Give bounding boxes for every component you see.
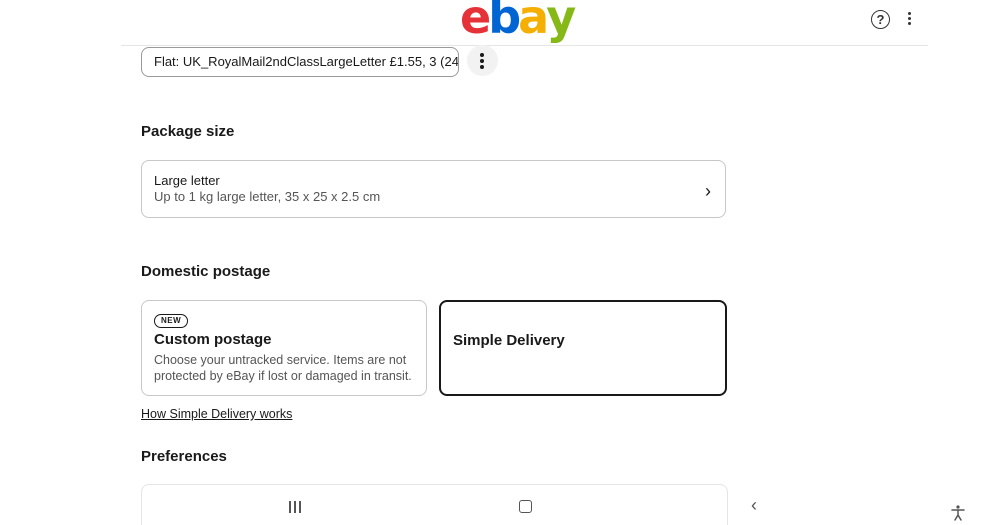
accessibility-icon[interactable] [951,505,965,521]
app-header: ebay ? [121,0,928,46]
logo-letter-b: b [488,0,521,44]
custom-postage-option[interactable]: NEW Custom postage Choose your untracked… [141,300,427,396]
postage-service-options-button[interactable] [467,45,498,76]
logo-letter-e: e [460,0,491,44]
more-vertical-icon [480,53,484,71]
more-options-icon[interactable] [906,12,912,26]
simple-delivery-title: Simple Delivery [453,332,565,349]
postage-service-field[interactable]: Flat: UK_RoyalMail2ndClassLargeLetter £1… [141,47,459,77]
back-icon[interactable]: ‹ [751,495,757,516]
how-simple-delivery-works-link[interactable]: How Simple Delivery works [141,407,292,421]
logo-letter-a: a [518,0,549,44]
preferences-title: Preferences [141,448,227,465]
simple-delivery-option[interactable]: Simple Delivery [439,300,727,396]
custom-postage-title: Custom postage [154,331,272,348]
logo-letter-y: y [546,0,576,44]
package-size-option-title: Large letter [154,173,220,188]
system-nav-bar: ‹ [0,492,999,525]
help-icon[interactable]: ? [871,10,890,29]
package-size-title: Package size [141,123,235,140]
package-size-option-desc: Up to 1 kg large letter, 35 x 25 x 2.5 c… [154,189,381,204]
package-size-card[interactable]: Large letter Up to 1 kg large letter, 35… [141,160,726,218]
recent-apps-icon[interactable] [289,501,301,513]
custom-postage-description: Choose your untracked service. Items are… [154,353,412,383]
home-icon[interactable] [519,500,532,513]
new-badge: NEW [154,314,189,328]
ebay-logo: ebay [460,0,576,44]
chevron-right-icon: › [705,181,711,201]
domestic-postage-title: Domestic postage [141,263,271,280]
